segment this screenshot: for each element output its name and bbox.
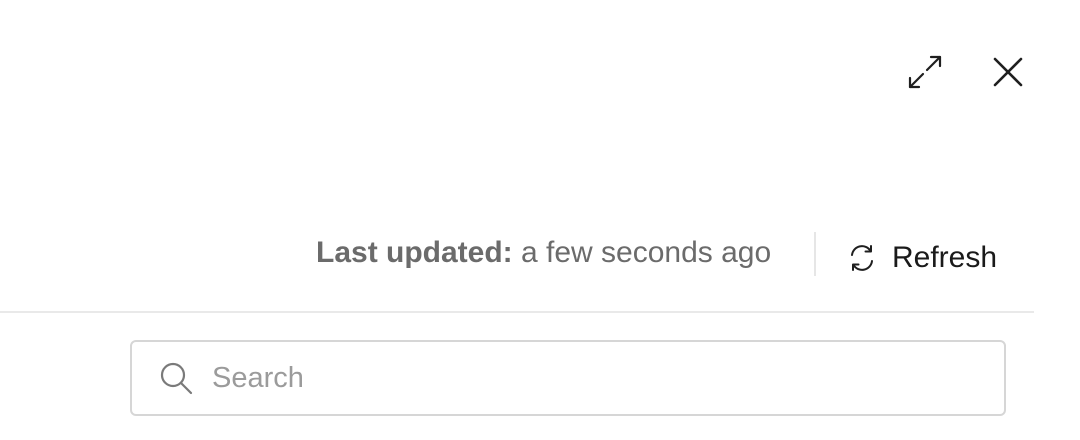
last-updated-value: a few seconds ago <box>521 236 772 269</box>
section-divider <box>0 311 1034 313</box>
close-icon <box>993 57 1023 87</box>
status-divider <box>814 232 816 276</box>
status-bar: Last updated: a few seconds ago Refresh <box>0 230 1034 280</box>
search-box[interactable] <box>130 340 1006 416</box>
close-button[interactable] <box>988 52 1028 92</box>
last-updated-label: Last updated: <box>316 236 513 269</box>
expand-button[interactable] <box>905 52 945 92</box>
search-icon <box>158 360 194 396</box>
expand-icon <box>908 55 942 89</box>
refresh-button[interactable]: Refresh <box>846 234 997 282</box>
refresh-icon <box>851 245 873 271</box>
refresh-label: Refresh <box>892 241 998 274</box>
search-input[interactable] <box>210 360 1004 396</box>
